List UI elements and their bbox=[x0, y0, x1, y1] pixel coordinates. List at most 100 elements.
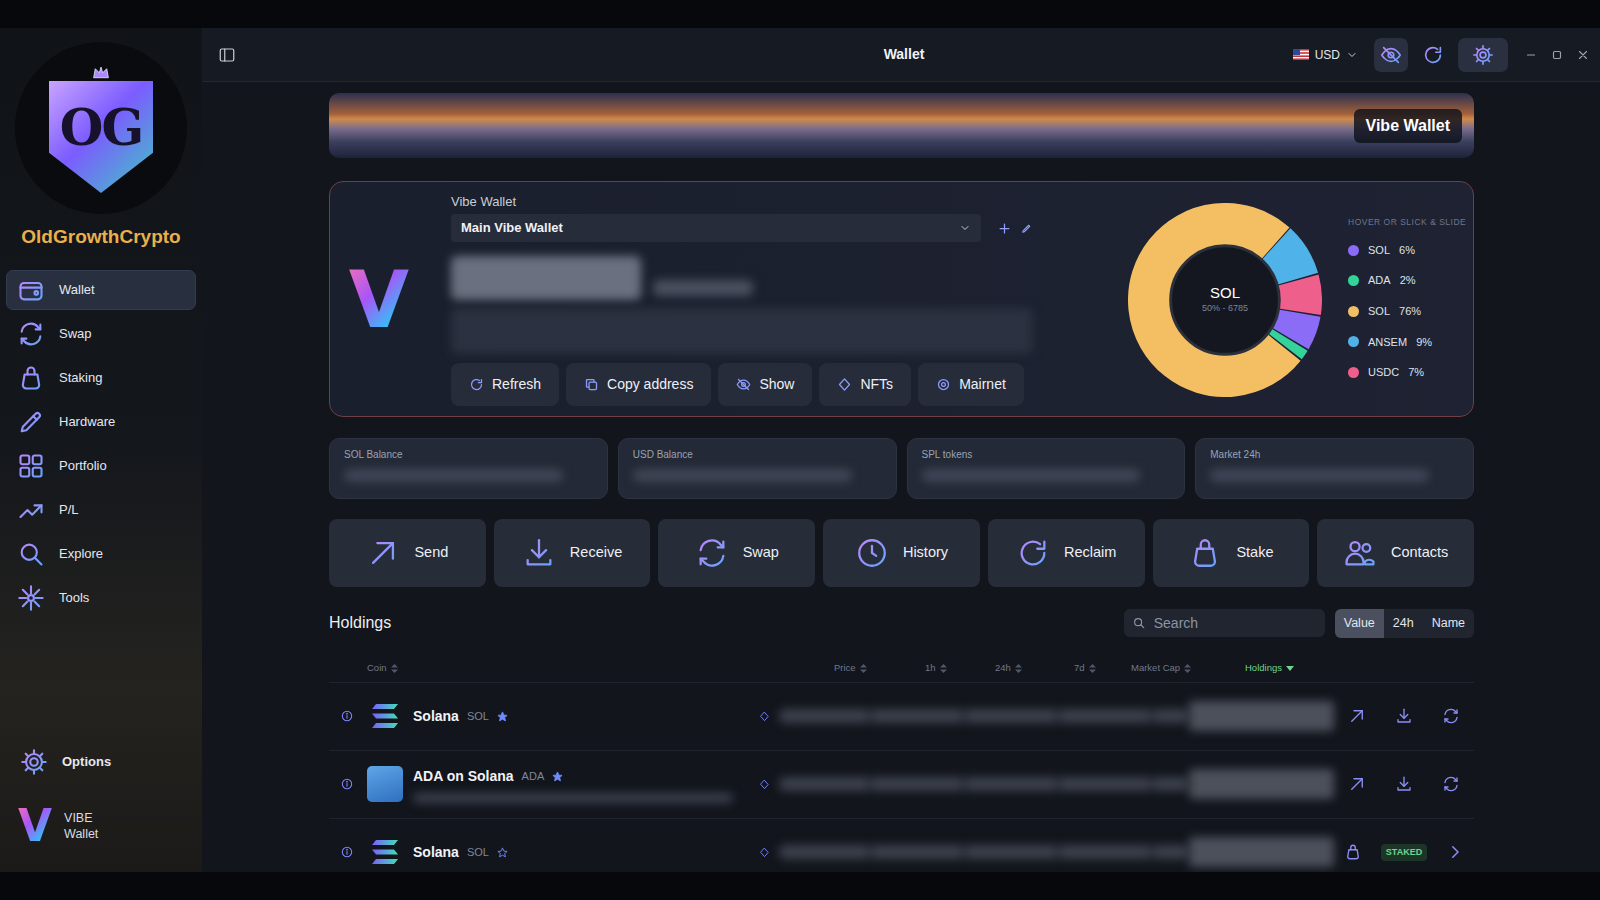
column-label: 1h bbox=[925, 661, 936, 675]
send-button[interactable] bbox=[1348, 707, 1366, 725]
holding-row[interactable]: SolanaSOL bbox=[329, 683, 1474, 751]
legend-name: ADA bbox=[1368, 272, 1391, 289]
sidebar-item[interactable]: Explore bbox=[6, 534, 196, 574]
sidebar-item[interactable]: Hardware bbox=[6, 402, 196, 442]
wallet-action-label: Mairnet bbox=[959, 374, 1006, 395]
wallet-action-button[interactable]: NFTs bbox=[819, 363, 911, 406]
sort-button[interactable]: Value bbox=[1335, 609, 1384, 638]
edit-wallet-button[interactable] bbox=[1020, 222, 1033, 235]
holding-row[interactable]: SolanaSOLSTAKED bbox=[329, 819, 1474, 872]
sidebar-item[interactable]: P/L bbox=[6, 490, 196, 530]
quick-action-button[interactable]: Stake bbox=[1153, 519, 1310, 587]
close-button[interactable] bbox=[1576, 48, 1590, 62]
wallet-action-button[interactable]: Mairnet bbox=[918, 363, 1024, 406]
send-icon bbox=[1348, 707, 1366, 725]
wallet-action-button[interactable]: Refresh bbox=[451, 363, 559, 406]
legend-item[interactable]: ADA2% bbox=[1348, 265, 1466, 296]
minimize-button[interactable] bbox=[1524, 48, 1538, 62]
legend-item[interactable]: SOL76% bbox=[1348, 296, 1466, 327]
options-item[interactable]: Options bbox=[6, 742, 196, 782]
quick-action-label: Contacts bbox=[1391, 542, 1448, 564]
star-icon[interactable] bbox=[497, 847, 508, 858]
coin-cell: ADA on SolanaADA bbox=[405, 766, 749, 803]
column-header[interactable]: 7d bbox=[1074, 661, 1131, 675]
column-header[interactable]: Holdings bbox=[1245, 661, 1474, 675]
coin-symbol: SOL bbox=[467, 844, 489, 861]
quick-action-button[interactable]: Reclaim bbox=[988, 519, 1145, 587]
table-header: CoinPrice1h 24h7dMarket CapHoldings bbox=[329, 655, 1474, 683]
sidebar-item[interactable]: Tools bbox=[6, 578, 196, 618]
quick-action-button[interactable]: Send bbox=[329, 519, 486, 587]
stat-card: Market 24h bbox=[1195, 438, 1474, 499]
quick-action-button[interactable]: Contacts bbox=[1317, 519, 1474, 587]
quick-action-button[interactable]: Swap bbox=[658, 519, 815, 587]
search-input[interactable] bbox=[1152, 612, 1317, 635]
column-header[interactable]: 24h bbox=[995, 661, 1074, 675]
sort-icon bbox=[1089, 664, 1096, 673]
quick-action-button[interactable]: History bbox=[823, 519, 980, 587]
swap-icon bbox=[17, 320, 45, 348]
add-wallet-button[interactable] bbox=[997, 221, 1012, 236]
wallet-select[interactable]: Main Vibe Wallet bbox=[451, 214, 981, 242]
eyeoff-icon bbox=[736, 377, 751, 392]
legend-dot bbox=[1348, 275, 1359, 286]
sort-icon bbox=[391, 664, 398, 673]
column-header[interactable]: Price bbox=[834, 661, 925, 675]
wallet-logo: V bbox=[349, 261, 409, 339]
donut-center-label: SOL bbox=[1210, 284, 1240, 302]
sidebar-item[interactable]: Wallet bbox=[6, 270, 196, 310]
settings-button[interactable] bbox=[1458, 38, 1508, 72]
sidebar-item[interactable]: Portfolio bbox=[6, 446, 196, 486]
quick-action-button[interactable]: Receive bbox=[494, 519, 651, 587]
stat-card: SPL tokens bbox=[907, 438, 1186, 499]
sort-button[interactable]: 24h bbox=[1384, 609, 1423, 638]
sidebar-item-label: Hardware bbox=[59, 412, 115, 432]
legend-item[interactable]: SOL6% bbox=[1348, 235, 1466, 266]
holding-value bbox=[1189, 837, 1334, 867]
stat-card: SOL Balance bbox=[329, 438, 608, 499]
receive-button[interactable] bbox=[1395, 775, 1413, 793]
hide-balance-button[interactable] bbox=[1374, 38, 1408, 72]
swap-button[interactable] bbox=[1442, 707, 1460, 725]
sort-icon bbox=[1015, 664, 1022, 673]
star-icon[interactable] bbox=[497, 711, 508, 722]
refresh-icon bbox=[469, 377, 484, 392]
wallet-action-button[interactable]: Show bbox=[718, 363, 812, 406]
star-icon[interactable] bbox=[552, 771, 563, 782]
column-header[interactable]: Coin bbox=[367, 661, 834, 675]
donut-slice[interactable] bbox=[1128, 203, 1322, 397]
send-button[interactable] bbox=[1348, 775, 1366, 793]
download-icon bbox=[522, 536, 556, 570]
column-header[interactable]: Market Cap bbox=[1131, 661, 1245, 675]
diamond-icon bbox=[759, 711, 770, 722]
info-icon bbox=[340, 845, 354, 859]
swap-button[interactable] bbox=[1442, 775, 1460, 793]
receive-button[interactable] bbox=[1395, 707, 1413, 725]
stat-value bbox=[922, 469, 1141, 482]
sidebar-item[interactable]: Staking bbox=[6, 358, 196, 398]
currency-select[interactable]: USD bbox=[1293, 46, 1358, 64]
banner-label: Vibe Wallet bbox=[1354, 109, 1462, 143]
sidebar-item-label: Wallet bbox=[59, 280, 95, 300]
panel-icon bbox=[218, 46, 236, 64]
sidebar-toggle[interactable] bbox=[218, 46, 236, 64]
holding-row[interactable]: ADA on SolanaADA bbox=[329, 751, 1474, 819]
refresh-button[interactable] bbox=[1416, 38, 1450, 72]
column-header[interactable]: 1h bbox=[925, 661, 995, 675]
pl-icon bbox=[17, 496, 45, 524]
legend-item[interactable]: USDC7% bbox=[1348, 357, 1466, 388]
maximize-button[interactable] bbox=[1550, 48, 1564, 62]
download-icon bbox=[1395, 707, 1413, 725]
stake-button[interactable] bbox=[1344, 843, 1362, 861]
sort-button[interactable]: Name bbox=[1423, 609, 1474, 638]
legend-item[interactable]: ANSEM9% bbox=[1348, 327, 1466, 358]
open-button[interactable] bbox=[1446, 843, 1464, 861]
donut-slice[interactable] bbox=[1132, 207, 1318, 393]
quick-action-label: Stake bbox=[1236, 542, 1273, 564]
donut-slice[interactable] bbox=[1128, 203, 1322, 397]
wallet-action-button[interactable]: Copy address bbox=[566, 363, 711, 406]
legend-share: 76% bbox=[1399, 303, 1421, 320]
legend-dot bbox=[1348, 336, 1359, 347]
holding-value bbox=[1189, 769, 1334, 799]
sidebar-item[interactable]: Swap bbox=[6, 314, 196, 354]
